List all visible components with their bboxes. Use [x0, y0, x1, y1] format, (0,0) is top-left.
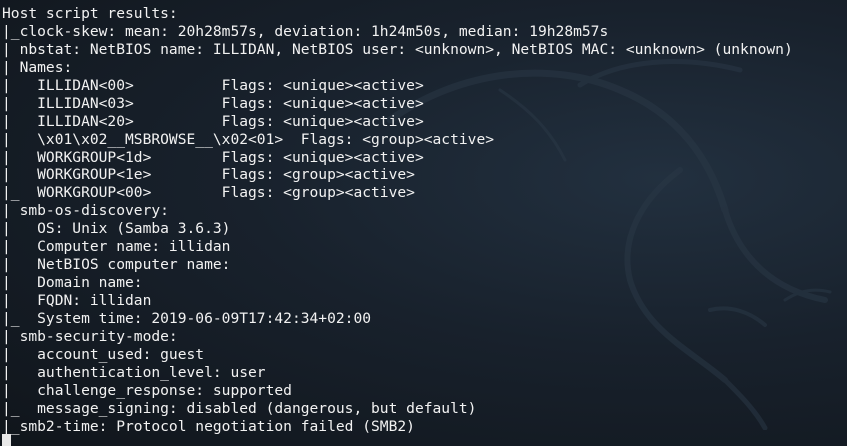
output-line: | \x01\x02__MSBROWSE__\x02<01> Flags: <g… — [2, 130, 495, 148]
output-line: | WORKGROUP<1d> Flags: <unique><active> — [2, 148, 424, 166]
output-line: |_ System time: 2019-06-09T17:42:34+02:0… — [2, 309, 372, 327]
output-line: Host script results: — [2, 5, 178, 22]
output-line: |_ message_signing: disabled (dangerous,… — [2, 399, 477, 417]
terminal-output: Host script results: |_clock-skew: mean: … — [2, 5, 793, 436]
output-line: | smb-os-discovery: — [2, 202, 169, 220]
output-line: | smb-security-mode: — [2, 327, 178, 345]
terminal-window[interactable]: Host script results: |_clock-skew: mean: … — [0, 0, 847, 446]
output-line: | Names: — [2, 58, 73, 76]
output-line: | nbstat: NetBIOS name: ILLIDAN, NetBIOS… — [2, 40, 793, 58]
terminal-cursor — [2, 434, 11, 446]
output-line: | challenge_response: supported — [2, 381, 292, 399]
output-line: | FQDN: illidan — [2, 292, 152, 309]
output-line: | NetBIOS computer name: — [2, 256, 231, 274]
output-line: | ILLIDAN<03> Flags: <unique><active> — [2, 94, 424, 112]
output-line: | ILLIDAN<00> Flags: <unique><active> — [2, 76, 424, 94]
output-line: | ILLIDAN<20> Flags: <unique><active> — [2, 112, 424, 130]
output-line: | OS: Unix (Samba 3.6.3) — [2, 220, 231, 238]
output-line: |_ WORKGROUP<00> Flags: <group><active> — [2, 184, 415, 202]
output-line: | Domain name: — [2, 274, 143, 292]
output-line: | Computer name: illidan — [2, 238, 231, 256]
output-line: | WORKGROUP<1e> Flags: <group><active> — [2, 166, 415, 184]
output-line: | authentication_level: user — [2, 363, 266, 381]
output-line: | account_used: guest — [2, 345, 205, 363]
output-line: |_clock-skew: mean: 20h28m57s, deviation… — [2, 22, 609, 40]
output-line: |_smb2-time: Protocol negotiation failed… — [2, 417, 415, 435]
